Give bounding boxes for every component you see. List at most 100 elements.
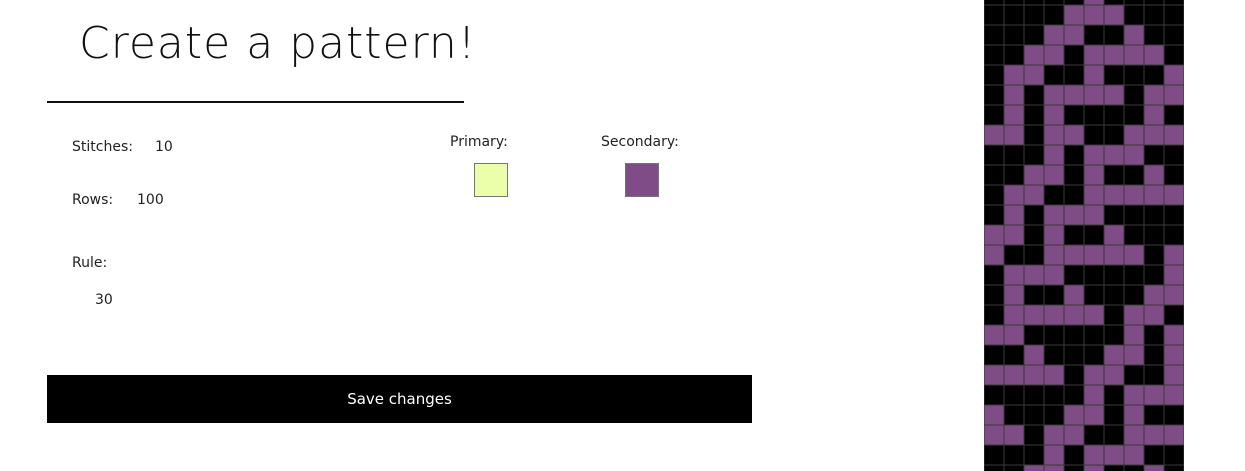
pattern-cell	[984, 24, 1005, 46]
pattern-cell	[1063, 244, 1085, 266]
pattern-cell	[1063, 444, 1085, 466]
pattern-cell	[1003, 284, 1025, 306]
pattern-cell	[1103, 224, 1125, 246]
pattern-cell	[1063, 284, 1085, 306]
pattern-cell	[984, 44, 1005, 66]
pattern-cell	[1063, 144, 1085, 166]
pattern-cell	[1043, 364, 1065, 386]
pattern-cell	[1023, 0, 1045, 6]
pattern-cell	[1003, 384, 1025, 406]
pattern-cell	[1083, 364, 1105, 386]
pattern-cell	[1043, 204, 1065, 226]
pattern-cell	[1163, 224, 1184, 246]
pattern-cell	[1143, 144, 1165, 166]
pattern-cell	[1063, 264, 1085, 286]
stitches-input[interactable]	[155, 138, 195, 156]
pattern-cell	[1163, 344, 1184, 366]
pattern-cell	[1043, 464, 1065, 471]
pattern-cell	[1083, 344, 1105, 366]
pattern-cell	[1123, 0, 1145, 6]
rows-label: Rows:	[72, 192, 114, 208]
pattern-cell	[1163, 324, 1184, 346]
pattern-cell	[1163, 404, 1184, 426]
pattern-cell	[1023, 464, 1045, 471]
pattern-cell	[1023, 144, 1045, 166]
pattern-cell	[1123, 324, 1145, 346]
pattern-editor-page: Create a pattern! Stitches: Rows: Rule: …	[0, 0, 1245, 471]
pattern-cell	[1043, 244, 1065, 266]
pattern-cell	[1023, 324, 1045, 346]
pattern-cell	[1163, 424, 1184, 446]
pattern-preview	[984, 0, 1184, 471]
pattern-cell	[1003, 84, 1025, 106]
pattern-cell	[1083, 304, 1105, 326]
pattern-cell	[984, 464, 1005, 471]
pattern-cell	[1023, 124, 1045, 146]
pattern-cell	[1123, 224, 1145, 246]
rule-input[interactable]	[95, 291, 145, 309]
pattern-cell	[1083, 84, 1105, 106]
pattern-cell	[1023, 224, 1045, 246]
rows-input[interactable]	[137, 191, 187, 209]
secondary-color-swatch[interactable]	[625, 163, 659, 197]
pattern-cell	[1003, 364, 1025, 386]
pattern-cell	[1163, 4, 1184, 26]
pattern-cell	[1003, 64, 1025, 86]
pattern-cell	[1023, 44, 1045, 66]
pattern-cell	[1163, 44, 1184, 66]
pattern-cell	[1123, 364, 1145, 386]
pattern-cell	[1083, 284, 1105, 306]
pattern-cell	[1063, 224, 1085, 246]
pattern-cell	[1083, 224, 1105, 246]
pattern-cell	[1103, 364, 1125, 386]
pattern-cell	[1163, 64, 1184, 86]
pattern-cell	[1143, 384, 1165, 406]
pattern-cell	[1143, 124, 1165, 146]
pattern-cell	[984, 4, 1005, 26]
pattern-cell	[1103, 444, 1125, 466]
pattern-cell	[984, 64, 1005, 86]
pattern-cell	[1023, 424, 1045, 446]
pattern-cell	[1003, 464, 1025, 471]
pattern-cell	[1023, 24, 1045, 46]
primary-color-swatch[interactable]	[474, 163, 508, 197]
pattern-cell	[1083, 184, 1105, 206]
pattern-cell	[1023, 284, 1045, 306]
pattern-cell	[984, 284, 1005, 306]
pattern-cell	[1043, 84, 1065, 106]
pattern-cell	[1143, 104, 1165, 126]
pattern-cell	[1163, 444, 1184, 466]
pattern-cell	[1103, 24, 1125, 46]
pattern-cell	[1143, 0, 1165, 6]
pattern-cell	[1023, 444, 1045, 466]
pattern-cell	[1103, 424, 1125, 446]
title-divider	[47, 101, 464, 103]
pattern-cell	[1103, 284, 1125, 306]
pattern-cell	[1063, 324, 1085, 346]
pattern-cell	[1103, 304, 1125, 326]
pattern-cell	[984, 424, 1005, 446]
pattern-cell	[1123, 144, 1145, 166]
pattern-cell	[984, 444, 1005, 466]
pattern-cell	[1083, 104, 1105, 126]
pattern-cell	[1003, 424, 1025, 446]
pattern-cell	[1143, 244, 1165, 266]
pattern-cell	[1043, 124, 1065, 146]
secondary-color-label: Secondary:	[601, 134, 679, 150]
pattern-cell	[1123, 304, 1145, 326]
pattern-cell	[1143, 164, 1165, 186]
pattern-cell	[1083, 0, 1105, 6]
pattern-cell	[1103, 404, 1125, 426]
pattern-cell	[1083, 4, 1105, 26]
pattern-cell	[1103, 384, 1125, 406]
pattern-cell	[1103, 104, 1125, 126]
pattern-cell	[1003, 124, 1025, 146]
pattern-cell	[1063, 464, 1085, 471]
pattern-cell	[1163, 104, 1184, 126]
pattern-cell	[1123, 104, 1145, 126]
pattern-cell	[1143, 404, 1165, 426]
pattern-cell	[1103, 324, 1125, 346]
pattern-cell	[1003, 104, 1025, 126]
save-changes-button[interactable]: Save changes	[47, 375, 752, 423]
pattern-cell	[1103, 44, 1125, 66]
